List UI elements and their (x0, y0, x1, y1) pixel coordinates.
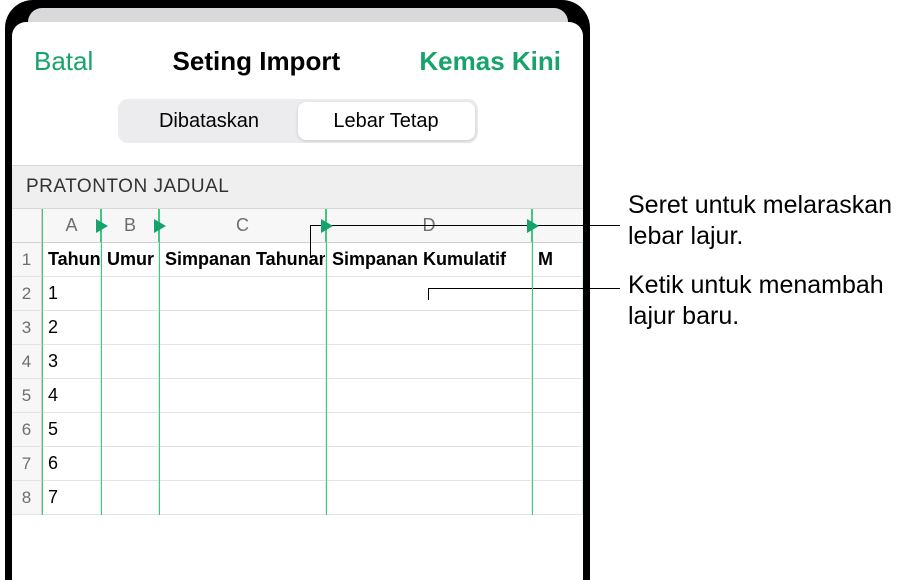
cell[interactable] (326, 447, 532, 480)
cell[interactable]: 5 (42, 413, 101, 446)
column-separator[interactable] (159, 209, 160, 515)
callout-line (428, 288, 429, 300)
table-row: 2 1 (12, 277, 583, 311)
cell[interactable] (326, 311, 532, 344)
annotation-tap: Ketik untuk menambah lajur baru. (628, 270, 918, 333)
segment-delimited[interactable]: Dibataskan (121, 102, 298, 140)
callout-line (310, 225, 311, 258)
cell[interactable] (101, 379, 159, 412)
cell[interactable] (532, 345, 583, 378)
cell[interactable] (532, 447, 583, 480)
cell[interactable] (159, 481, 326, 514)
column-separator[interactable] (532, 209, 533, 515)
cell[interactable] (326, 481, 532, 514)
cell[interactable] (532, 413, 583, 446)
cell[interactable] (159, 447, 326, 480)
cell[interactable] (159, 379, 326, 412)
cell[interactable] (532, 311, 583, 344)
row-number: 2 (12, 277, 42, 310)
column-drag-handle-icon[interactable] (96, 219, 108, 233)
column-drag-handle-icon[interactable] (154, 219, 166, 233)
table-row: 7 6 (12, 447, 583, 481)
segmented-control[interactable]: Dibataskan Lebar Tetap (118, 99, 478, 143)
update-button[interactable]: Kemas Kini (419, 46, 561, 77)
cell[interactable]: 6 (42, 447, 101, 480)
cell[interactable] (101, 277, 159, 310)
segment-fixed-width[interactable]: Lebar Tetap (298, 102, 475, 140)
cell[interactable]: M (532, 243, 583, 276)
cell[interactable]: 1 (42, 277, 101, 310)
table-row: 6 5 (12, 413, 583, 447)
column-header-row: A B C D (12, 209, 583, 243)
section-header-preview: PRATONTON JADUAL (12, 165, 583, 209)
cell[interactable] (532, 481, 583, 514)
sheet-header: Batal Seting Import Kemas Kini (12, 22, 583, 93)
cell[interactable]: 7 (42, 481, 101, 514)
cell[interactable]: 2 (42, 311, 101, 344)
cancel-button[interactable]: Batal (34, 46, 93, 77)
column-drag-handle-icon[interactable] (527, 219, 539, 233)
cell[interactable]: Simpanan Tahunan (159, 243, 326, 276)
column-header-label: A (65, 215, 77, 236)
row-number: 5 (12, 379, 42, 412)
cell[interactable]: 4 (42, 379, 101, 412)
column-header-c[interactable]: C (159, 209, 326, 242)
column-separator[interactable] (101, 209, 102, 515)
row-number: 6 (12, 413, 42, 446)
cell[interactable] (101, 345, 159, 378)
sheet-title: Seting Import (173, 46, 341, 77)
row-number: 8 (12, 481, 42, 514)
column-header-a[interactable]: A (42, 209, 101, 242)
cell[interactable]: 3 (42, 345, 101, 378)
cell[interactable]: Umur (101, 243, 159, 276)
cell[interactable] (159, 345, 326, 378)
table-row: 8 7 (12, 481, 583, 515)
cell[interactable] (326, 277, 532, 310)
cell[interactable] (326, 379, 532, 412)
column-drag-handle-icon[interactable] (321, 219, 333, 233)
table-row: 3 2 (12, 311, 583, 345)
cell[interactable] (326, 413, 532, 446)
table-row: 5 4 (12, 379, 583, 413)
column-header-label: B (124, 215, 136, 236)
cell[interactable]: Simpanan Kumulatif (326, 243, 532, 276)
segmented-control-wrap: Dibataskan Lebar Tetap (12, 93, 583, 165)
cell[interactable] (326, 345, 532, 378)
row-number: 1 (12, 243, 42, 276)
row-number: 4 (12, 345, 42, 378)
row-number: 7 (12, 447, 42, 480)
column-header-b[interactable]: B (101, 209, 159, 242)
cell[interactable] (159, 413, 326, 446)
callout-line (428, 288, 620, 289)
cell[interactable]: Tahun (42, 243, 101, 276)
column-separator[interactable] (42, 209, 43, 515)
cell[interactable] (532, 277, 583, 310)
table-preview[interactable]: A B C D (12, 209, 583, 515)
cell[interactable] (101, 413, 159, 446)
table-row: 4 3 (12, 345, 583, 379)
cell[interactable] (101, 481, 159, 514)
column-separator[interactable] (326, 209, 327, 515)
cell[interactable] (532, 379, 583, 412)
cell[interactable] (159, 311, 326, 344)
import-settings-sheet: Batal Seting Import Kemas Kini Dibataska… (12, 22, 583, 580)
callout-line (310, 225, 620, 226)
row-number-header-blank (12, 209, 42, 242)
column-header-label: C (236, 215, 249, 236)
cell[interactable] (159, 277, 326, 310)
cell[interactable] (101, 311, 159, 344)
table-row: 1 Tahun Umur Simpanan Tahunan Simpanan K… (12, 243, 583, 277)
row-number: 3 (12, 311, 42, 344)
cell[interactable] (101, 447, 159, 480)
annotation-drag: Seret untuk melaraskan lebar lajur. (628, 190, 918, 253)
